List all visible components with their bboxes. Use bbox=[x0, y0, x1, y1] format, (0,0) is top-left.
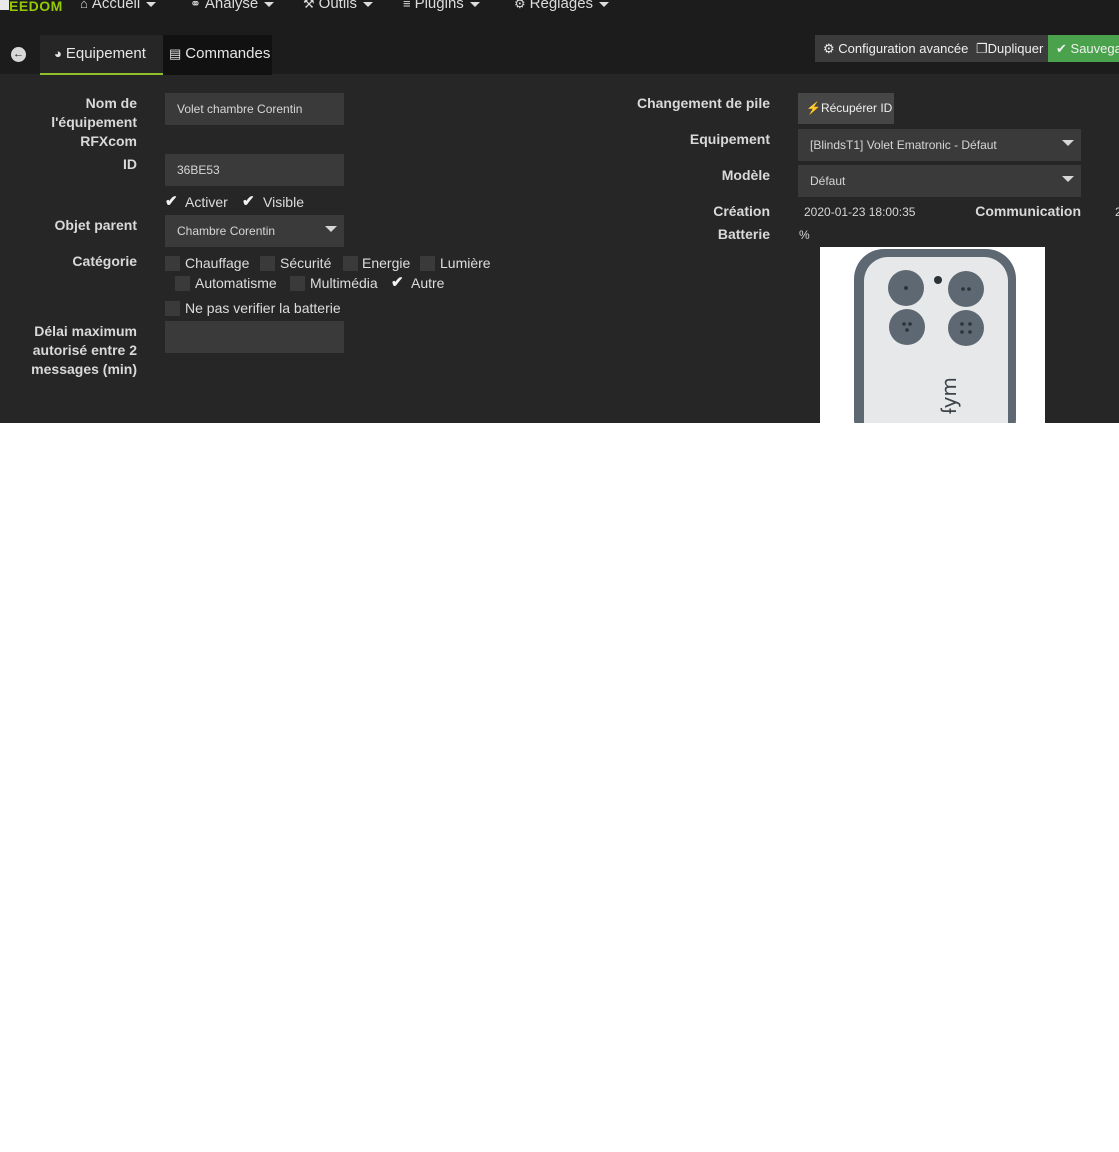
chevron-down-icon bbox=[1062, 140, 1074, 146]
tab-equipement[interactable]: ◕ Equipement bbox=[40, 35, 163, 75]
nom-input[interactable] bbox=[165, 93, 344, 125]
back-arrow-icon[interactable]: ← bbox=[11, 47, 26, 62]
svg-text:ɯʎɟ: ɯʎɟ bbox=[940, 377, 964, 414]
chevron-down-icon bbox=[264, 1, 275, 7]
menu-reglages[interactable]: ⚙ Réglages bbox=[514, 0, 610, 12]
remote-control-image: ɯʎɟ bbox=[854, 249, 1016, 423]
visible-label: Visible bbox=[263, 194, 304, 210]
lumiere-label: Lumière bbox=[440, 255, 491, 271]
nom-label: Nom de l'équipement RFXcom bbox=[51, 95, 137, 149]
bolt-icon: ⚡ bbox=[806, 101, 821, 115]
equipement-select[interactable]: [BlindsT1] Volet Ematronic - Défaut bbox=[798, 129, 1081, 161]
securite-checkbox[interactable] bbox=[260, 256, 275, 271]
visible-checkbox[interactable]: ✔ bbox=[242, 194, 255, 209]
list-icon: ▤ bbox=[169, 46, 182, 61]
save-label: Sauvegar bbox=[1070, 41, 1119, 56]
app-window: EEDOM ⌂ Accueil ⚭ Analyse ⚒ Outils ≡ Plugins… bbox=[0, 0, 1119, 423]
equipement-value: [BlindsT1] Volet Ematronic - Défaut bbox=[810, 138, 997, 152]
chevron-down-icon bbox=[325, 226, 337, 232]
objet-parent-select[interactable]: Chambre Corentin bbox=[165, 215, 344, 247]
batterie-value: % bbox=[799, 228, 810, 242]
recuperer-id-button[interactable]: ⚡Récupérer ID bbox=[798, 93, 894, 124]
objet-parent-value: Chambre Corentin bbox=[177, 224, 276, 238]
lumiere-checkbox[interactable] bbox=[420, 256, 435, 271]
cogs-icon: ⚙ bbox=[823, 41, 835, 56]
recuperer-id-label: Récupérer ID bbox=[820, 101, 893, 115]
menu-analyse-label: Analyse bbox=[204, 0, 259, 12]
tab-commandes[interactable]: ▤ Commandes bbox=[163, 35, 272, 75]
automatisme-checkbox[interactable] bbox=[175, 276, 190, 291]
duplicate-button[interactable]: ❐Dupliquer bbox=[970, 35, 1048, 62]
chauffage-label: Chauffage bbox=[185, 255, 250, 271]
menu-outils[interactable]: ⚒ Outils bbox=[303, 0, 373, 12]
activer-checkbox[interactable]: ✔ bbox=[165, 194, 178, 209]
advanced-config-button[interactable]: ⚙ Configuration avancée bbox=[815, 35, 970, 62]
activer-label: Activer bbox=[185, 194, 228, 210]
menu-accueil[interactable]: ⌂ Accueil bbox=[80, 0, 157, 12]
chevron-down-icon bbox=[363, 1, 373, 7]
ne-pas-verifier-checkbox[interactable] bbox=[165, 301, 180, 316]
home-icon: ⌂ bbox=[80, 0, 88, 11]
chevron-down-icon bbox=[599, 1, 610, 7]
multimedia-label: Multimédia bbox=[310, 275, 378, 291]
modele-label: Modèle bbox=[721, 167, 770, 183]
stethoscope-icon: ⚭ bbox=[190, 0, 201, 11]
logo-text: EEDOM bbox=[9, 0, 63, 14]
save-button[interactable]: ✔ Sauvegar bbox=[1048, 35, 1119, 62]
menu-plugins-label: Plugins bbox=[414, 0, 464, 12]
advanced-config-label: Configuration avancée bbox=[838, 41, 969, 56]
batterie-label: Batterie bbox=[717, 226, 770, 242]
autre-label: Autre bbox=[411, 275, 445, 291]
multimedia-checkbox[interactable] bbox=[290, 276, 305, 291]
energie-checkbox[interactable] bbox=[343, 256, 358, 271]
delai-label: Délai maximum autorisé entre 2 messages … bbox=[31, 323, 137, 377]
creation-label: Création bbox=[713, 203, 770, 219]
wrench-icon: ⚒ bbox=[303, 0, 315, 11]
id-label: ID bbox=[123, 156, 137, 172]
menu-plugins[interactable]: ≡ Plugins bbox=[403, 0, 480, 12]
tab-commandes-label: Commandes bbox=[185, 45, 271, 62]
logo-mark-icon bbox=[0, 0, 9, 10]
chauffage-checkbox[interactable] bbox=[165, 256, 180, 271]
tasks-icon: ≡ bbox=[403, 0, 411, 11]
communication-value: 2 bbox=[1115, 205, 1119, 219]
chevron-down-icon bbox=[1062, 176, 1074, 182]
id-input[interactable] bbox=[165, 154, 344, 186]
modele-value: Défaut bbox=[810, 174, 846, 188]
chevron-down-icon bbox=[469, 1, 480, 7]
equipement-label: Equipement bbox=[689, 131, 770, 147]
top-navbar: EEDOM ⌂ Accueil ⚭ Analyse ⚒ Outils ≡ Plugins… bbox=[0, 0, 1119, 29]
tachometer-icon: ◕ bbox=[54, 46, 62, 61]
autre-checkbox[interactable]: ✔ bbox=[391, 275, 404, 290]
changement-pile-label: Changement de pile bbox=[636, 95, 770, 111]
categorie-label: Catégorie bbox=[72, 253, 137, 269]
menu-reglages-label: Réglages bbox=[529, 0, 594, 12]
objet-parent-label: Objet parent bbox=[54, 217, 137, 233]
securite-label: Sécurité bbox=[280, 255, 332, 271]
copy-icon: ❐ bbox=[976, 41, 988, 56]
cog-icon: ⚙ bbox=[514, 0, 526, 11]
check-circle-icon: ✔ bbox=[1056, 41, 1067, 56]
duplicate-label: Dupliquer bbox=[987, 41, 1044, 56]
energie-label: Energie bbox=[362, 255, 411, 271]
modele-select[interactable]: Défaut bbox=[798, 165, 1081, 197]
automatisme-label: Automatisme bbox=[195, 275, 277, 291]
creation-value: 2020-01-23 18:00:35 bbox=[804, 205, 916, 219]
chevron-down-icon bbox=[146, 1, 157, 7]
menu-outils-label: Outils bbox=[318, 0, 357, 12]
device-image: ɯʎɟ bbox=[820, 247, 1045, 423]
delai-input[interactable] bbox=[165, 321, 344, 353]
menu-accueil-label: Accueil bbox=[91, 0, 141, 12]
communication-label: Communication bbox=[975, 203, 1081, 219]
menu-analyse[interactable]: ⚭ Analyse bbox=[190, 0, 275, 12]
ne-pas-verifier-label: Ne pas verifier la batterie bbox=[185, 300, 341, 316]
tab-equipement-label: Equipement bbox=[65, 45, 146, 62]
